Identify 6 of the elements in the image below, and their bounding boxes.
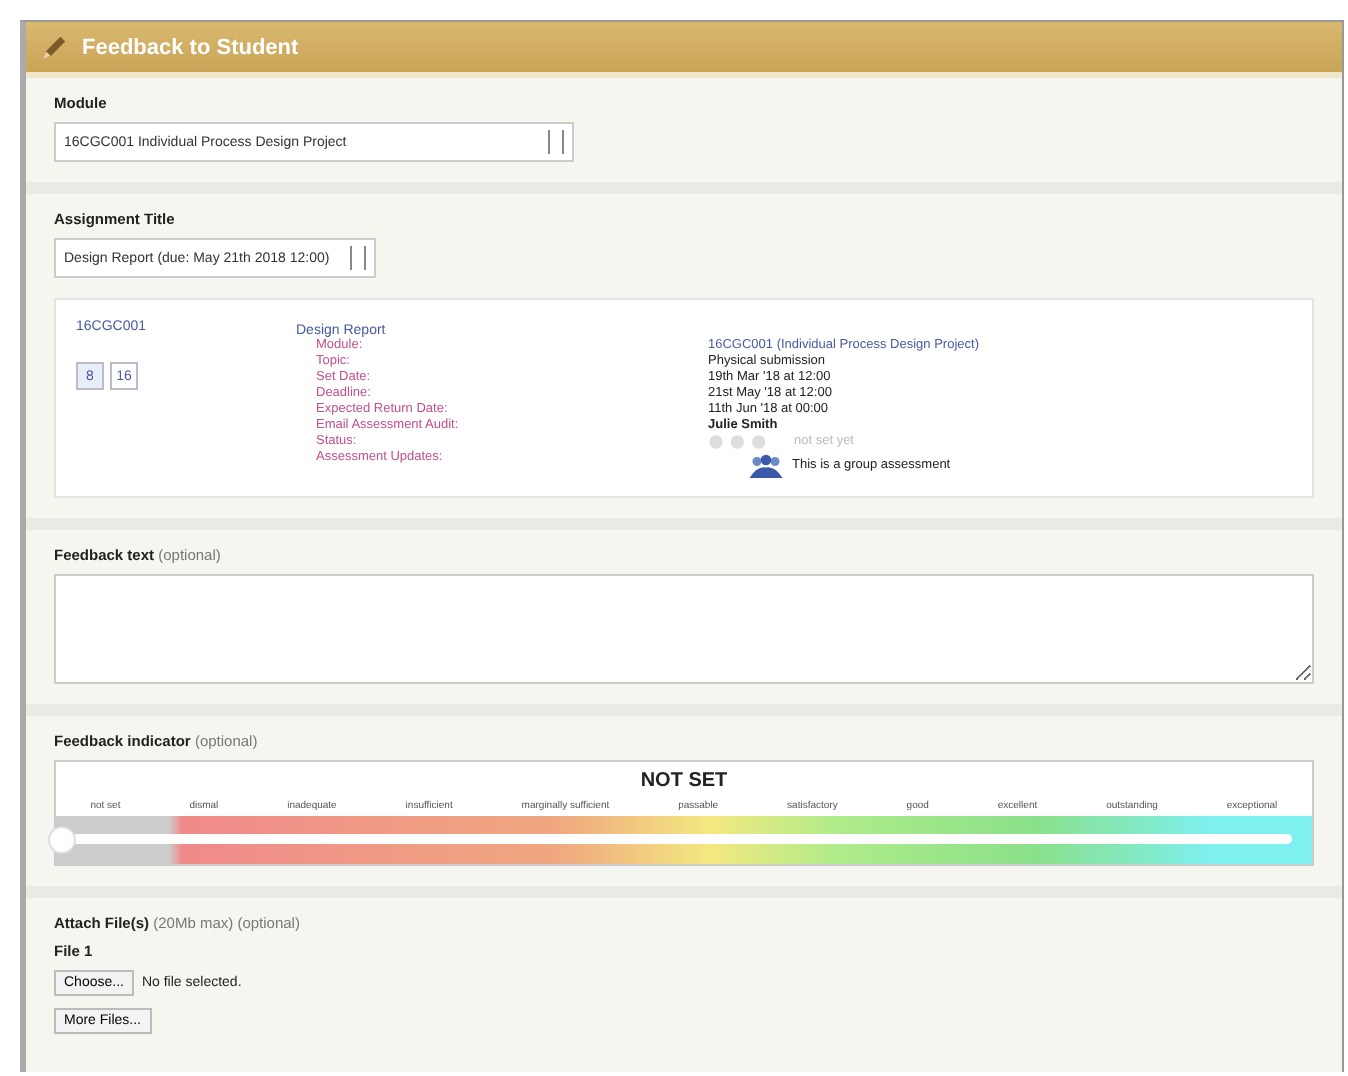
window-title: Feedback to Student — [82, 35, 299, 59]
slider-thumb[interactable] — [48, 826, 76, 854]
group-icon — [748, 454, 784, 478]
pencil-icon — [38, 31, 70, 63]
indicator-reading: NOT SET — [638, 770, 730, 792]
feedback-textarea[interactable] — [54, 574, 1314, 684]
